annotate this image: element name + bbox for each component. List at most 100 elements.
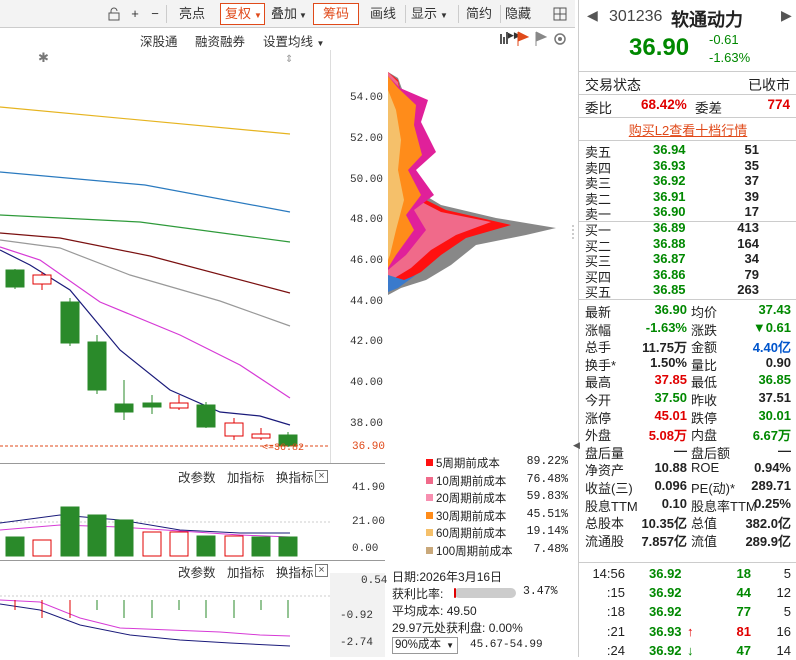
volume-add-indicator-button[interactable]: 加指标: [227, 471, 265, 485]
quote-label: 净资产: [585, 463, 625, 479]
star-marker-icon: ✱: [38, 50, 49, 65]
candle: [224, 422, 244, 437]
display-button[interactable]: 显示 ▼: [410, 3, 455, 25]
bid-row[interactable]: 买四 36.86 79: [579, 267, 796, 285]
adjust-rights-button[interactable]: 复权 ▼: [220, 3, 265, 25]
volume-close-icon[interactable]: ×: [315, 470, 328, 483]
volume-change-params-button[interactable]: 改参数: [178, 471, 216, 485]
chip-legend-item: 30周期前成本 45.51%: [426, 508, 568, 525]
chip-flag-gray-icon[interactable]: [535, 31, 548, 46]
bid-row[interactable]: 买五 36.85 263: [579, 282, 796, 300]
quote-row: 今开 37.50 昨收 37.51: [579, 390, 796, 408]
legend-swatch: [426, 546, 433, 554]
hk-connect-link[interactable]: 深股通: [140, 31, 178, 50]
tick-volume: 18: [736, 566, 751, 581]
legend-swatch: [426, 459, 433, 466]
ask-row[interactable]: 卖一 36.90 17: [579, 204, 796, 222]
l2-upgrade-link[interactable]: 购买L2查看十档行情: [579, 120, 796, 139]
macd-switch-indicator-button[interactable]: 换指标: [276, 566, 314, 580]
draw-line-button[interactable]: 画线: [364, 3, 402, 25]
stock-code: 301236: [609, 8, 663, 25]
ma-line-yellow: [0, 106, 291, 135]
cost-select[interactable]: 90%成本 ▼: [392, 637, 458, 654]
hide-label: 隐藏: [505, 6, 532, 21]
ma-settings-button[interactable]: 设置均线 ▼: [263, 31, 324, 50]
weibi-label: 委比: [585, 101, 612, 116]
prev-stock-icon[interactable]: ◀: [587, 7, 598, 24]
quote-value: 7.857亿: [641, 533, 687, 549]
ask-row[interactable]: 卖二 36.91 39: [579, 189, 796, 207]
macd-add-indicator-button[interactable]: 加指标: [227, 566, 265, 580]
next-stock-icon[interactable]: ▶: [781, 7, 792, 24]
volume-bar: [196, 535, 216, 557]
chips-button[interactable]: 筹码: [313, 3, 359, 25]
bid-row[interactable]: 买三 36.87 34: [579, 251, 796, 269]
tick-direction-icon: ↑: [687, 623, 694, 639]
legend-label: 100周期前成本: [436, 545, 513, 558]
quote-row: 收益(三) 0.096 PE(动)* 289.71: [579, 478, 796, 496]
quote-value: 36.90: [654, 302, 687, 317]
bid-volume: 263: [737, 282, 759, 298]
quote-value: —: [778, 442, 791, 458]
ask-row[interactable]: 卖三 36.92 37: [579, 173, 796, 191]
histogram-icon[interactable]: [500, 32, 508, 44]
quote-value: 1.50%: [650, 354, 687, 370]
ask-volume: 37: [744, 173, 759, 189]
quote-label: 跌停: [691, 410, 718, 426]
bid-row[interactable]: 买一 36.89 413: [579, 220, 796, 238]
tick-volume: 81: [736, 623, 751, 639]
settings-gear-icon[interactable]: [554, 33, 566, 45]
tick-price: 36.92: [649, 604, 682, 620]
margin-trading-link[interactable]: 融资融券: [195, 31, 245, 50]
collapse-panel-icon[interactable]: ◀: [573, 440, 580, 451]
volume-bar: [142, 531, 162, 557]
zoom-out-icon[interactable]: −: [146, 3, 164, 25]
simple-button[interactable]: 简约: [462, 3, 496, 25]
chip-splitter-icon[interactable]: [571, 225, 575, 239]
chip-flag-red-icon[interactable]: [517, 31, 530, 46]
volume-bar: [278, 536, 298, 557]
ask-row[interactable]: 卖五 36.94 51: [579, 142, 796, 160]
chevron-down-icon: ▼: [254, 11, 262, 20]
ask-row[interactable]: 卖四 36.93 35: [579, 158, 796, 176]
quote-label: 流值: [691, 533, 718, 549]
macd-close-icon[interactable]: ×: [315, 564, 328, 577]
quote-row: 股息TTM 0.10 股息率TTM 0.25%: [579, 496, 796, 514]
chip-date-label: 日期:2026年3月16日: [392, 568, 502, 585]
tick-direction-icon: ↓: [687, 642, 694, 658]
profit-ratio-label: 获利比率:: [392, 587, 444, 601]
macd-change-params-button[interactable]: 改参数: [178, 566, 216, 580]
ask-volume: 17: [744, 204, 759, 220]
lock-icon[interactable]: [104, 3, 124, 25]
drag-handle-icon[interactable]: ⇕: [285, 54, 293, 65]
quote-label: PE(动)*: [691, 481, 736, 496]
legend-value: 59.83%: [526, 490, 568, 503]
volume-axis-tick: 0.00: [352, 543, 379, 555]
quote-label: 盘后量: [585, 445, 625, 461]
tick-row: :21 36.93 ↑ 81 16: [579, 624, 796, 641]
legend-value: 7.48%: [533, 542, 568, 556]
tick-count: 5: [783, 566, 791, 581]
quote-value: ▼0.61: [752, 319, 791, 335]
quote-label: 涨跌: [691, 322, 718, 338]
highlight-button[interactable]: 亮点: [172, 3, 212, 25]
quote-value: 0.94%: [754, 460, 791, 476]
bid-row[interactable]: 买二 36.88 164: [579, 236, 796, 254]
ma-settings-label: 设置均线: [263, 35, 314, 49]
volume-chart: [0, 506, 330, 557]
quote-row: 涨停 45.01 跌停 30.01: [579, 408, 796, 426]
ask-price: 36.94: [653, 142, 686, 157]
hide-button[interactable]: 隐藏▶▶: [504, 3, 546, 40]
kline-chart[interactable]: ✱ ⇕ <=36.82: [0, 50, 385, 463]
overlay-button[interactable]: 叠加 ▼: [270, 3, 308, 25]
zoom-in-icon[interactable]: +: [126, 3, 144, 25]
chip-distribution-chart: [388, 72, 556, 295]
profit-at-value: 0.00%: [488, 621, 523, 635]
grid-icon[interactable]: [549, 3, 571, 25]
quote-label: 金额: [691, 340, 718, 356]
macd-panel-buttons: 改参数 加指标 换指标: [178, 562, 314, 582]
legend-value: 19.14%: [526, 525, 568, 538]
quote-label: ROE: [691, 460, 720, 476]
volume-bar: [169, 531, 189, 557]
volume-switch-indicator-button[interactable]: 换指标: [276, 471, 314, 485]
